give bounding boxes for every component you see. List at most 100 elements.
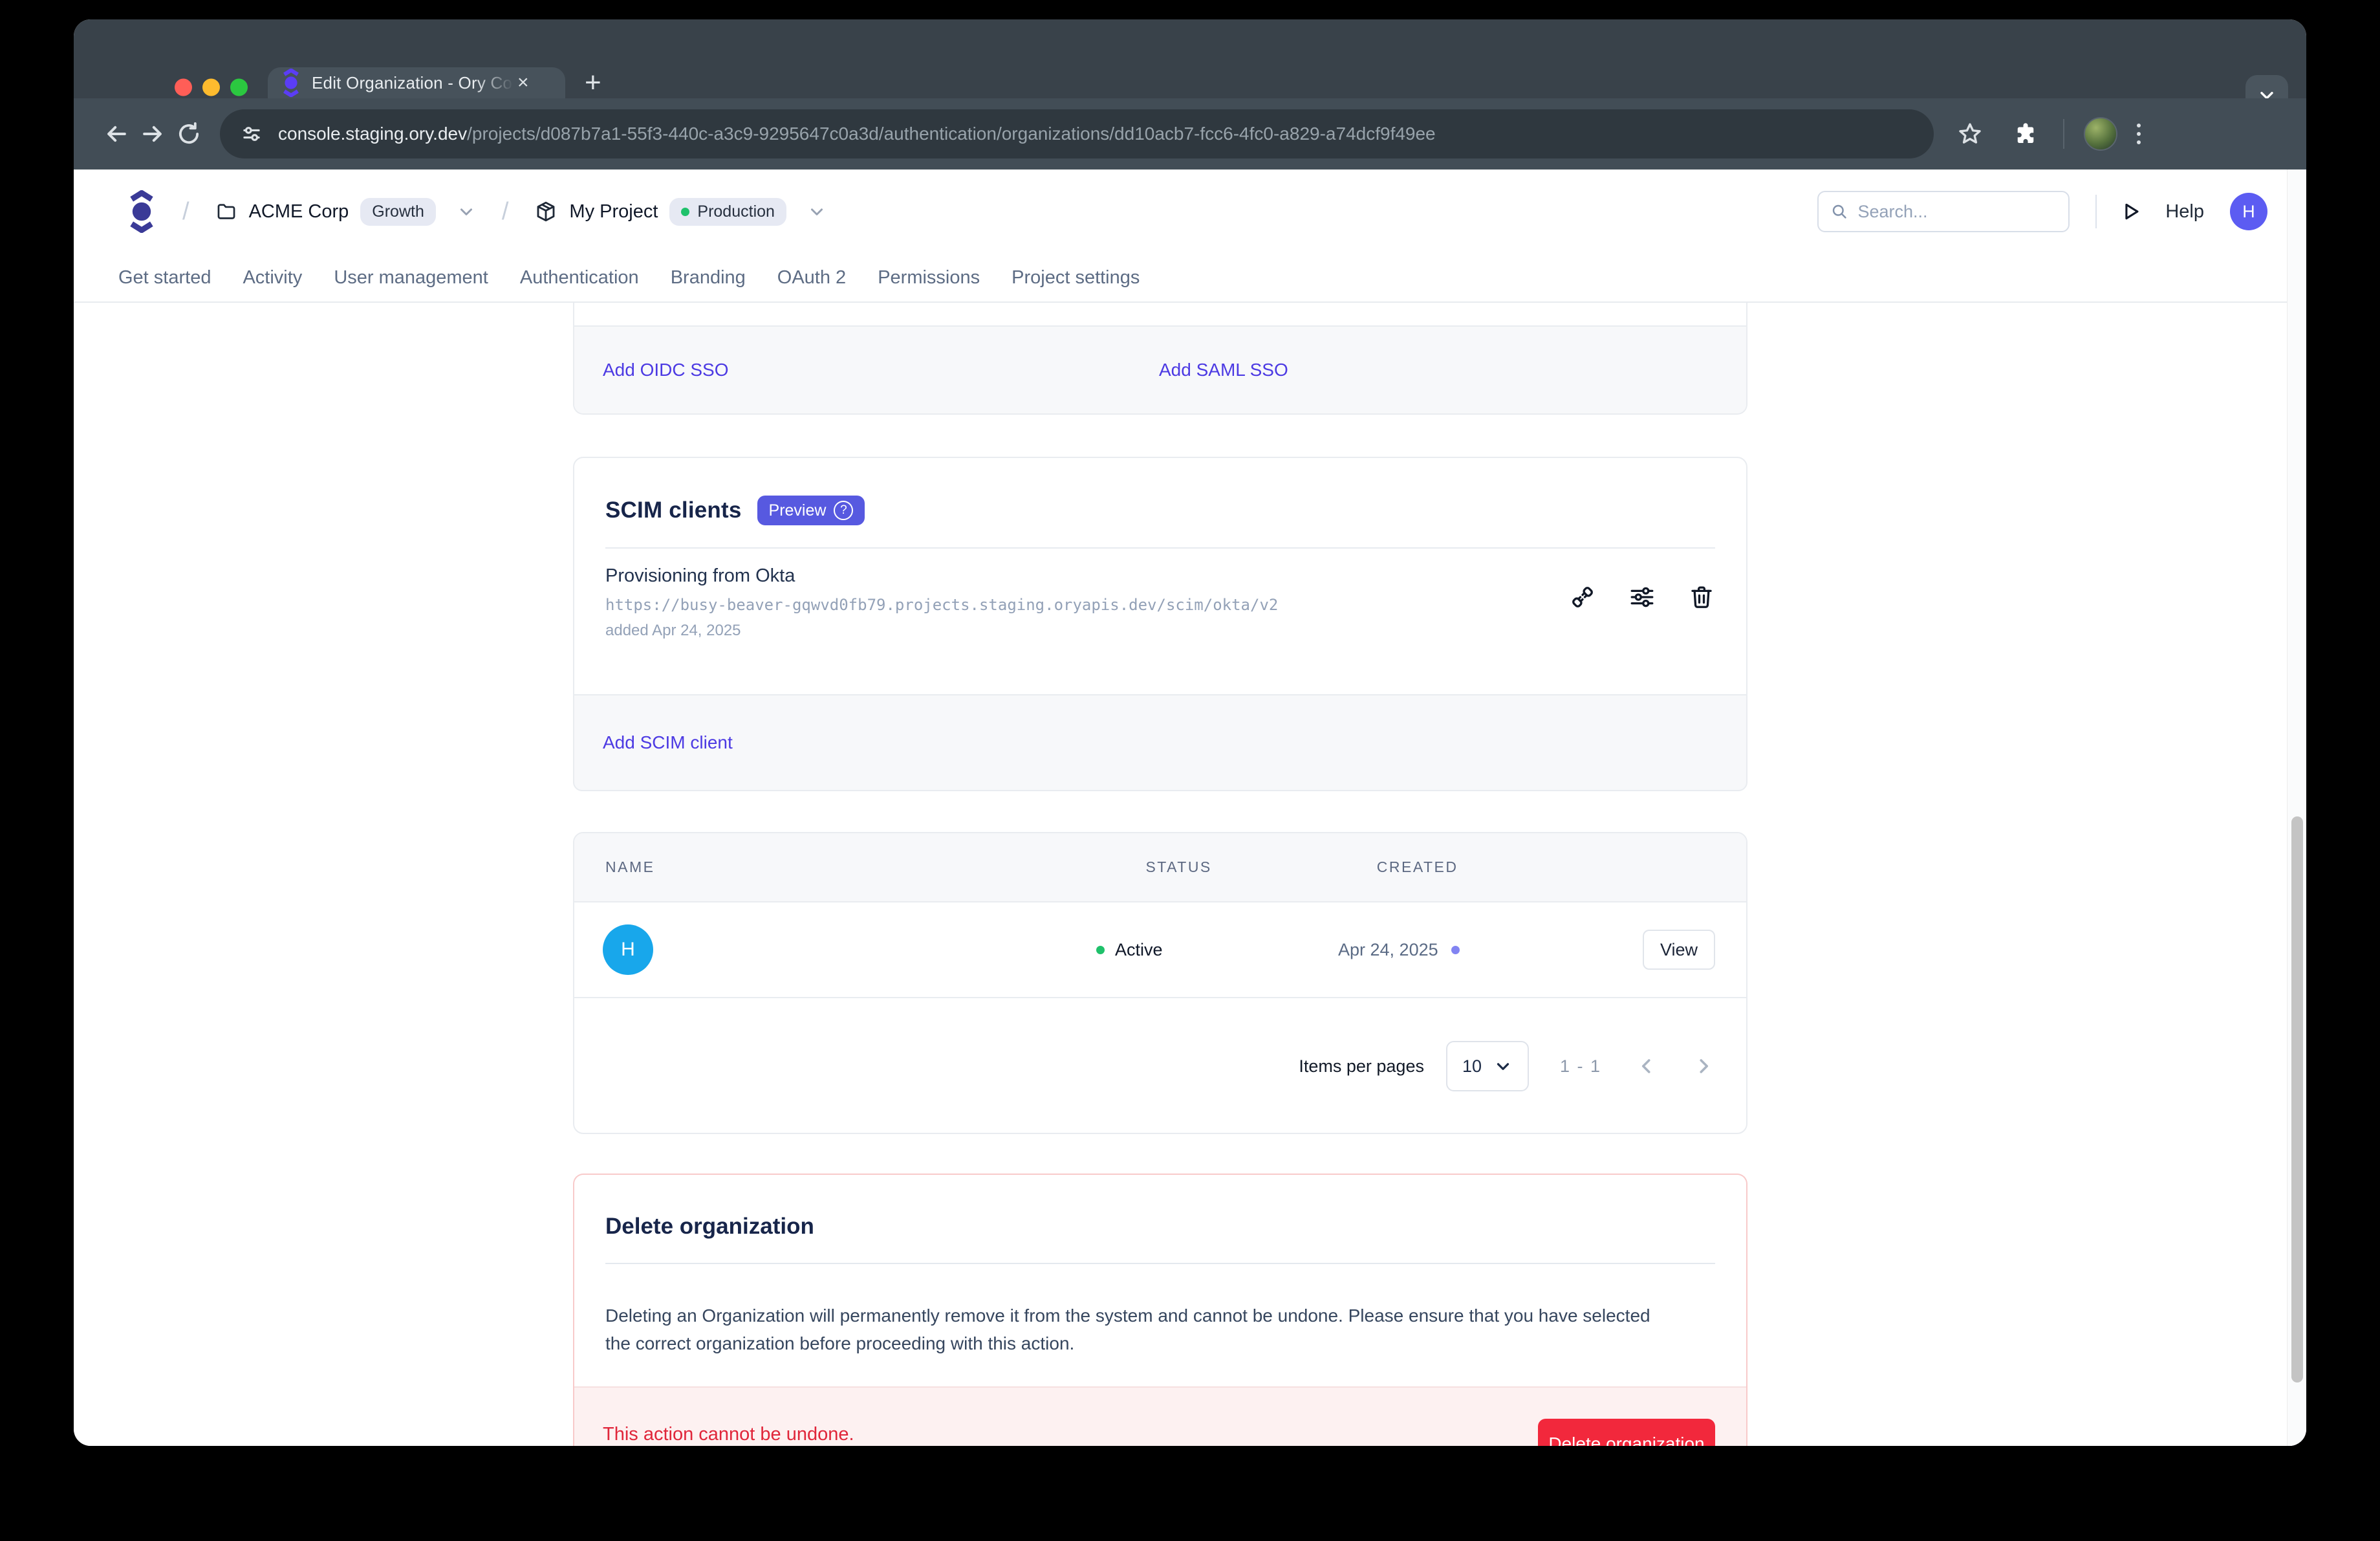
main-content: Add OIDC SSO Add SAML SSO SCIM clients P… <box>74 303 2306 1446</box>
nav-permissions[interactable]: Permissions <box>878 267 980 289</box>
status-cell: Active <box>1096 940 1163 960</box>
scim-clients-card: SCIM clients Preview? Provisioning from … <box>573 457 1747 791</box>
danger-warning-text: This action cannot be undone. <box>603 1424 854 1445</box>
view-button[interactable]: View <box>1643 930 1715 970</box>
toolbar-right <box>1952 116 2141 152</box>
danger-footer: This action cannot be undone. Delete org… <box>574 1386 1746 1446</box>
scrollbar-thumb[interactable] <box>2291 816 2303 1383</box>
url-domain: console.staging.ory.dev <box>278 124 467 144</box>
add-oidc-sso-link[interactable]: Add OIDC SSO <box>603 360 729 380</box>
created-cell: Apr 24, 2025 <box>1338 940 1460 960</box>
connector-icon[interactable] <box>1569 584 1596 611</box>
scim-client-url: https://busy-beaver-gqwvd0fb79.projects.… <box>605 596 1278 614</box>
header-right: Help H <box>1817 191 2267 232</box>
back-button[interactable] <box>98 116 135 152</box>
breadcrumb-separator: / <box>182 198 189 226</box>
page-range: 1 - 1 <box>1560 1056 1601 1077</box>
trash-icon[interactable] <box>1688 584 1715 611</box>
project-env-badge: Production <box>669 198 786 226</box>
previous-page-icon[interactable] <box>1635 1055 1658 1078</box>
traffic-lights <box>175 79 248 96</box>
chevron-down-icon <box>807 202 827 221</box>
user-avatar[interactable]: H <box>2230 193 2267 230</box>
pagination: Items per pages 10 1 - 1 <box>574 998 1746 1134</box>
sliders-icon[interactable] <box>1628 584 1656 611</box>
scim-client-row: Provisioning from Okta https://busy-beav… <box>574 549 1746 640</box>
table-row: H Active Apr 24, 2025 View <box>574 902 1746 998</box>
new-tab-button[interactable]: + <box>585 67 601 99</box>
run-icon[interactable] <box>2120 201 2142 223</box>
status-dot <box>1096 946 1105 954</box>
delete-organization-description: Deleting an Organization will permanentl… <box>574 1264 1693 1358</box>
column-header-name: NAME <box>605 858 654 876</box>
ory-favicon-icon <box>281 69 301 97</box>
items-per-page-select[interactable]: 10 <box>1446 1041 1529 1091</box>
reload-button[interactable] <box>171 116 207 152</box>
nav-branding[interactable]: Branding <box>671 267 746 289</box>
add-saml-sso-link[interactable]: Add SAML SSO <box>1159 360 1288 380</box>
created-dot <box>1451 946 1460 954</box>
chevron-down-icon <box>1493 1056 1513 1076</box>
ory-logo-icon[interactable] <box>127 190 157 233</box>
minimize-window-button[interactable] <box>202 79 220 96</box>
extensions-icon[interactable] <box>2007 116 2044 152</box>
forward-button[interactable] <box>135 116 171 152</box>
workspace-plan-badge: Growth <box>360 198 436 226</box>
status-text: Active <box>1115 940 1163 960</box>
scim-client-name: Provisioning from Okta <box>605 565 1278 587</box>
browser-tab[interactable]: Edit Organization - Ory Conso × <box>268 67 565 98</box>
bookmark-star-icon[interactable] <box>1952 116 1988 152</box>
chevron-down-icon <box>457 202 476 221</box>
help-link[interactable]: Help <box>2165 201 2204 223</box>
scim-card-footer: Add SCIM client <box>573 694 1747 791</box>
page-scrollbar[interactable] <box>2287 169 2306 1446</box>
table-header-row: NAME STATUS CREATED <box>574 833 1746 902</box>
breadcrumb-separator: / <box>502 198 509 226</box>
column-header-created: CREATED <box>1377 858 1458 876</box>
org-avatar: H <box>603 924 653 975</box>
browser-profile-avatar[interactable] <box>2084 117 2117 151</box>
site-settings-icon[interactable] <box>239 122 264 146</box>
tab-strip: Edit Organization - Ory Conso × + <box>74 19 2306 98</box>
sso-card-footer: Add OIDC SSO Add SAML SSO <box>574 325 1746 413</box>
column-header-status: STATUS <box>1145 858 1211 876</box>
nav-user-management[interactable]: User management <box>334 267 488 289</box>
search-icon <box>1830 201 1848 222</box>
close-window-button[interactable] <box>175 79 192 96</box>
maximize-window-button[interactable] <box>230 79 248 96</box>
delete-organization-button[interactable]: Delete organization <box>1538 1419 1715 1446</box>
nav-oauth2[interactable]: OAuth 2 <box>777 267 846 289</box>
preview-badge[interactable]: Preview? <box>757 496 865 525</box>
nav-authentication[interactable]: Authentication <box>520 267 639 289</box>
address-bar[interactable]: console.staging.ory.dev/projects/d087b7a… <box>220 109 1934 158</box>
items-per-page-label: Items per pages <box>1299 1056 1424 1077</box>
ory-console-app: / ACME Corp Growth / My Project Producti… <box>74 169 2306 1446</box>
tab-close-icon[interactable]: × <box>517 73 529 93</box>
url-text: console.staging.ory.dev/projects/d087b7a… <box>278 124 1436 144</box>
organization-table-card: NAME STATUS CREATED H Active Apr 24, 202… <box>573 832 1747 1134</box>
screenshot-stage: Edit Organization - Ory Conso × + <box>0 0 2380 1541</box>
workspace-switcher[interactable]: ACME Corp Growth <box>215 198 476 226</box>
search-box[interactable] <box>1817 191 2070 232</box>
browser-menu-icon[interactable] <box>2137 124 2141 144</box>
help-circle-icon: ? <box>834 501 853 520</box>
browser-toolbar: console.staging.ory.dev/projects/d087b7a… <box>74 98 2306 169</box>
nav-project-settings[interactable]: Project settings <box>1012 267 1140 289</box>
package-icon <box>534 200 557 223</box>
sso-card: Add OIDC SSO Add SAML SSO <box>573 303 1747 415</box>
workspace-name: ACME Corp <box>249 201 349 223</box>
toolbar-divider <box>2063 119 2064 149</box>
project-name: My Project <box>569 201 658 223</box>
folder-icon <box>215 201 237 223</box>
nav-get-started[interactable]: Get started <box>118 267 211 289</box>
browser-window: Edit Organization - Ory Conso × + <box>74 19 2306 1446</box>
env-status-dot <box>681 208 689 216</box>
add-scim-client-link[interactable]: Add SCIM client <box>603 732 733 753</box>
project-switcher[interactable]: My Project Production <box>534 198 827 226</box>
app-header: / ACME Corp Growth / My Project Producti… <box>74 169 2306 254</box>
nav-activity[interactable]: Activity <box>243 267 302 289</box>
search-input[interactable] <box>1857 202 2057 222</box>
delete-organization-card: Delete organization Deleting an Organiza… <box>573 1174 1747 1446</box>
scim-client-added: added Apr 24, 2025 <box>605 622 1278 640</box>
next-page-icon[interactable] <box>1692 1055 1715 1078</box>
